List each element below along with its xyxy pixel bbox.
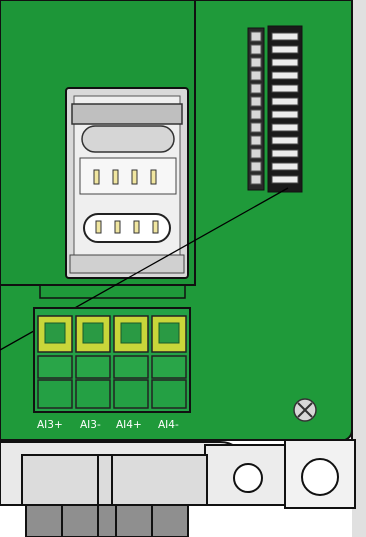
dip-switch-header-icon (247, 25, 303, 193)
header-pin (250, 31, 262, 42)
header-pin (250, 148, 262, 159)
mounting-screw-icon (293, 398, 317, 422)
dip-switch-lever (271, 162, 299, 171)
header-pin (250, 174, 262, 185)
terminal-screw-icon (151, 315, 187, 409)
header-pin (250, 44, 262, 55)
terminal-label-ai4-plus: AI4+ (116, 419, 142, 431)
header-pin (250, 57, 262, 68)
header-pin (250, 109, 262, 120)
dip-switch-lever (271, 97, 299, 106)
terminal-label-ai3-plus: AI3+ (37, 419, 63, 431)
header-pin (250, 135, 262, 146)
terminal-label-ai4-minus: AI4- (158, 419, 179, 431)
terminal-label-ai3-minus: AI3- (80, 419, 101, 431)
terminal-screw-icon (37, 315, 73, 409)
dip-switch-lever (271, 45, 299, 54)
header-pin (250, 96, 262, 107)
terminal-screw-icon (75, 315, 111, 409)
header-pin (250, 70, 262, 81)
board-diagram-svg: AI3+ AI3- AI4+ AI4- (0, 0, 366, 537)
io-board-diagram: AI3+ AI3- AI4+ AI4- (0, 0, 366, 537)
dip-switch-lever (271, 58, 299, 67)
dip-switch-lever (271, 84, 299, 93)
dip-switch-lever (271, 136, 299, 145)
sim-card-holder-icon (65, 87, 189, 279)
cable-gland-icon (21, 454, 208, 537)
terminal-screw-icon (113, 315, 149, 409)
screw-terminal-block-icon (33, 307, 191, 413)
header-pin (250, 161, 262, 172)
mounting-hole-icon (301, 458, 339, 496)
dip-switch-lever (271, 123, 299, 132)
dip-switch-lever (271, 32, 299, 41)
dip-switch-lever (271, 175, 299, 184)
dip-switch-lever (271, 149, 299, 158)
dip-switch-lever (271, 110, 299, 119)
header-pin (250, 83, 262, 94)
mounting-hole-icon (233, 463, 263, 493)
dip-switch-lever (271, 71, 299, 80)
header-pin (250, 122, 262, 133)
